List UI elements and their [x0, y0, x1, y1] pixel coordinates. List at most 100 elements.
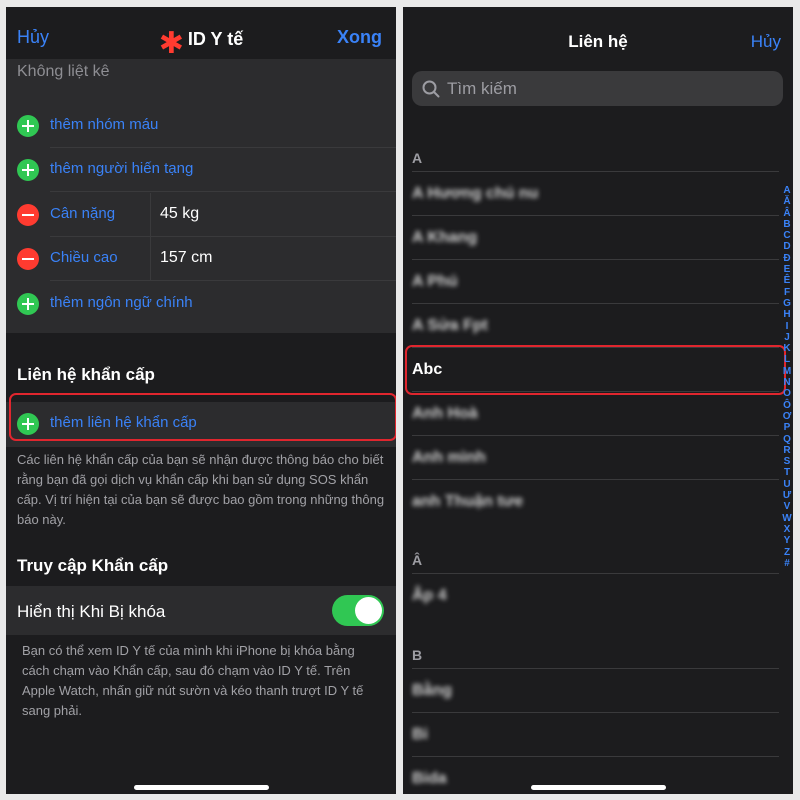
section-letter: A: [412, 150, 423, 166]
index-letter[interactable]: Ê: [784, 275, 791, 286]
contact-row[interactable]: A Sửa Fpt: [412, 304, 779, 348]
cancel-button[interactable]: Hủy: [751, 32, 781, 52]
contact-name: Bi: [412, 726, 428, 743]
emergency-contacts-title: Liên hệ khẩn cấp: [17, 365, 155, 384]
home-indicator: [134, 785, 269, 790]
contact-row[interactable]: Bi: [412, 713, 779, 757]
contact-name: A Khang: [412, 229, 478, 246]
row-height[interactable]: Chiều cao 157 cm: [6, 237, 396, 281]
add-icon[interactable]: [17, 115, 39, 137]
contact-row[interactable]: A Hương chú nu: [412, 172, 779, 216]
toggle-knob: [355, 597, 382, 624]
index-letter[interactable]: Đ: [783, 253, 790, 264]
show-when-locked-toggle[interactable]: [332, 595, 384, 626]
index-letter[interactable]: Ô: [783, 400, 791, 411]
unlisted-text: Không liệt kê: [17, 63, 110, 80]
index-letter[interactable]: G: [783, 298, 791, 309]
section-index[interactable]: A Ă Â B C D Đ E Ê F G H I J K L M N O Ô Ơ P Q R S T U Ư V W X Y Z #: [781, 185, 793, 569]
row-primary-language[interactable]: thêm ngôn ngữ chính: [6, 282, 396, 326]
nav-bar: Hủy ✱ ID Y tế Xong: [6, 7, 396, 67]
contact-row[interactable]: Bằng: [412, 669, 779, 713]
section-letter: Â: [412, 552, 423, 568]
contact-row[interactable]: anh Thuận tưe: [412, 480, 779, 524]
index-letter[interactable]: Q: [783, 434, 791, 445]
row-divider: [50, 191, 396, 192]
index-letter[interactable]: X: [784, 524, 791, 535]
contacts-title: Liên hệ: [568, 32, 628, 51]
row-weight[interactable]: Cân nặng 45 kg: [6, 193, 396, 237]
index-letter[interactable]: L: [784, 354, 790, 365]
index-letter[interactable]: #: [784, 558, 790, 569]
index-letter[interactable]: Ư: [783, 490, 791, 501]
contact-name: A Phú: [412, 273, 458, 290]
contact-name: Bida: [412, 770, 447, 787]
index-letter[interactable]: E: [784, 264, 791, 275]
add-icon[interactable]: [17, 159, 39, 181]
column-divider: [150, 193, 151, 237]
index-letter[interactable]: I: [786, 321, 789, 332]
medical-id-panel: Hủy ✱ ID Y tế Xong Không liệt kê thêm nhó…: [6, 7, 396, 794]
index-letter[interactable]: B: [783, 219, 790, 230]
index-letter[interactable]: F: [784, 287, 790, 298]
done-button[interactable]: Xong: [337, 27, 382, 48]
contact-row[interactable]: A Phú: [412, 260, 779, 304]
add-icon[interactable]: [17, 293, 39, 315]
search-icon: [422, 80, 440, 98]
highlight-box: [9, 393, 396, 441]
index-letter[interactable]: Y: [784, 535, 791, 546]
row-label: thêm nhóm máu: [50, 116, 159, 133]
contact-name: Anh Hoà: [412, 405, 478, 422]
index-letter[interactable]: N: [783, 377, 790, 388]
index-letter[interactable]: Â: [783, 208, 790, 219]
show-when-locked-label: Hiển thị Khi Bị khóa: [17, 602, 166, 621]
contact-row[interactable]: Anh Hoà: [412, 392, 779, 436]
search-input[interactable]: [445, 77, 769, 101]
row-organ-donor[interactable]: thêm người hiến tạng: [6, 148, 396, 192]
index-letter[interactable]: A: [783, 185, 790, 196]
row-value[interactable]: 157 cm: [160, 249, 212, 267]
index-letter[interactable]: Z: [784, 547, 790, 558]
row-label: thêm người hiến tạng: [50, 160, 194, 177]
index-letter[interactable]: P: [784, 422, 791, 433]
index-letter[interactable]: D: [783, 241, 790, 252]
emergency-footnote: Các liên hệ khẩn cấp của bạn sẽ nhận đượ…: [17, 452, 385, 527]
contact-name: Bằng: [412, 682, 452, 699]
row-value[interactable]: 45 kg: [160, 205, 199, 223]
row-label: thêm ngôn ngữ chính: [50, 294, 193, 311]
remove-icon[interactable]: [17, 248, 39, 270]
index-letter[interactable]: Ă: [783, 196, 790, 207]
remove-icon[interactable]: [17, 204, 39, 226]
index-letter[interactable]: J: [784, 332, 790, 343]
contacts-panel: Liên hệ Hủy A A Hương chú nu A Khang A Phú A…: [403, 7, 793, 794]
index-letter[interactable]: O: [783, 388, 791, 399]
medical-star-icon: ✱: [158, 27, 184, 60]
contact-name: Âp 4: [412, 587, 447, 604]
home-indicator: [531, 785, 666, 790]
index-letter[interactable]: Ơ: [783, 411, 792, 422]
index-letter[interactable]: K: [783, 343, 790, 354]
index-letter[interactable]: W: [782, 513, 791, 524]
contact-row[interactable]: Âp 4: [412, 574, 779, 618]
row-label: Chiều cao: [50, 249, 118, 266]
index-letter[interactable]: S: [784, 456, 791, 467]
row-blood-type[interactable]: thêm nhóm máu: [6, 104, 396, 148]
index-letter[interactable]: M: [783, 366, 791, 377]
contact-name: A Sửa Fpt: [412, 317, 488, 334]
index-letter[interactable]: R: [783, 445, 790, 456]
search-bar[interactable]: [412, 71, 783, 106]
page-title-text: ID Y tế: [187, 29, 244, 49]
row-divider: [50, 280, 396, 281]
emergency-access-title: Truy cập Khẩn cấp: [17, 556, 169, 575]
index-letter[interactable]: H: [783, 309, 790, 320]
column-divider: [150, 237, 151, 281]
contact-row[interactable]: A Khang: [412, 216, 779, 260]
section-letter: B: [412, 647, 423, 663]
index-letter[interactable]: V: [784, 501, 791, 512]
index-letter[interactable]: T: [784, 467, 790, 478]
index-letter[interactable]: C: [783, 230, 790, 241]
row-label: Cân nặng: [50, 205, 116, 222]
contact-name: Anh mình: [412, 449, 486, 466]
contact-row[interactable]: Anh mình: [412, 436, 779, 480]
index-letter[interactable]: U: [783, 479, 790, 490]
contact-name: anh Thuận tưe: [412, 493, 524, 510]
